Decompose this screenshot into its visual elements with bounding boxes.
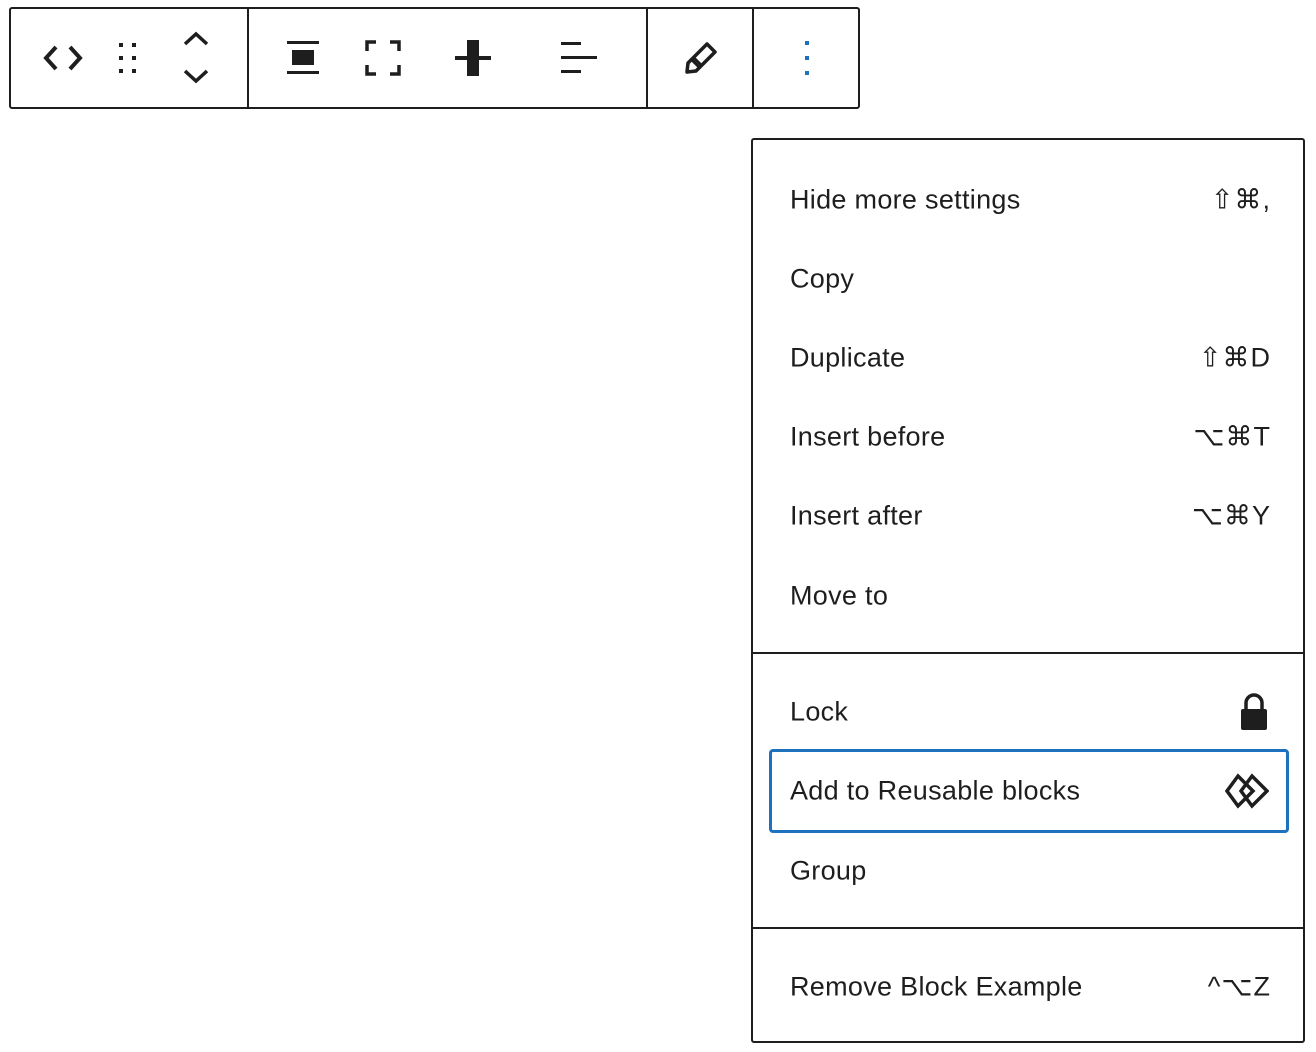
toolbar-divider xyxy=(752,9,754,107)
html-block-button[interactable] xyxy=(29,9,97,107)
block-toolbar xyxy=(9,7,860,109)
fullscreen-icon xyxy=(365,40,401,76)
keyboard-shortcut: ⇧⌘D xyxy=(1198,342,1271,373)
move-up-down-icon xyxy=(181,31,211,85)
drag-handle-icon xyxy=(117,41,141,75)
menu-item-label: Duplicate xyxy=(790,342,906,373)
menu-item-label: Group xyxy=(790,855,867,886)
justification-button[interactable] xyxy=(549,9,609,107)
menu-item-label: Insert after xyxy=(790,500,923,531)
menu-item-duplicate[interactable]: Duplicate ⇧⌘D xyxy=(769,318,1289,398)
menu-item-add-to-reusable-blocks[interactable]: Add to Reusable blocks xyxy=(769,749,1289,833)
keyboard-shortcut: ⇧⌘, xyxy=(1210,184,1271,215)
lock-icon xyxy=(1239,692,1269,732)
drag-handle-button[interactable] xyxy=(107,9,151,107)
align-button[interactable] xyxy=(273,9,333,107)
keyboard-shortcut: ^⌥Z xyxy=(1207,971,1271,1002)
reusable-block-icon xyxy=(1225,773,1269,809)
menu-item-group[interactable]: Group xyxy=(769,831,1289,911)
align-center-icon xyxy=(286,40,320,76)
menu-item-label: Lock xyxy=(790,696,849,727)
menu-item-insert-before[interactable]: Insert before ⌥⌘T xyxy=(769,397,1289,477)
menu-item-label: Remove Block Example xyxy=(790,971,1083,1002)
pencil-icon xyxy=(684,41,718,75)
menu-item-hide-more-settings[interactable]: Hide more settings ⇧⌘, xyxy=(769,160,1289,240)
fullscreen-button[interactable] xyxy=(353,9,413,107)
edit-button[interactable] xyxy=(671,9,731,107)
menu-item-label: Hide more settings xyxy=(790,184,1021,215)
more-options-button[interactable] xyxy=(777,9,837,107)
block-options-menu: Hide more settings ⇧⌘, Copy Duplicate ⇧⌘… xyxy=(751,138,1305,1043)
menu-item-lock[interactable]: Lock xyxy=(769,672,1289,752)
menu-item-copy[interactable]: Copy xyxy=(769,239,1289,319)
keyboard-shortcut: ⌥⌘T xyxy=(1193,421,1271,452)
menu-item-remove-block[interactable]: Remove Block Example ^⌥Z xyxy=(769,947,1289,1027)
move-up-down-button[interactable] xyxy=(171,9,221,107)
menu-divider xyxy=(753,927,1303,929)
toolbar-divider xyxy=(646,9,648,107)
justify-left-icon xyxy=(559,40,599,76)
menu-item-label: Add to Reusable blocks xyxy=(790,775,1081,806)
toolbar-divider xyxy=(247,9,249,107)
menu-item-label: Copy xyxy=(790,263,855,294)
menu-item-label: Move to xyxy=(790,580,889,611)
code-brackets-icon xyxy=(43,42,83,74)
keyboard-shortcut: ⌥⌘Y xyxy=(1191,500,1271,531)
vertical-alignment-button[interactable] xyxy=(443,9,503,107)
menu-item-move-to[interactable]: Move to xyxy=(769,556,1289,636)
menu-item-label: Insert before xyxy=(790,421,946,452)
vertical-align-icon xyxy=(454,39,492,77)
more-options-icon xyxy=(802,40,812,76)
menu-item-insert-after[interactable]: Insert after ⌥⌘Y xyxy=(769,476,1289,556)
menu-divider xyxy=(753,652,1303,654)
